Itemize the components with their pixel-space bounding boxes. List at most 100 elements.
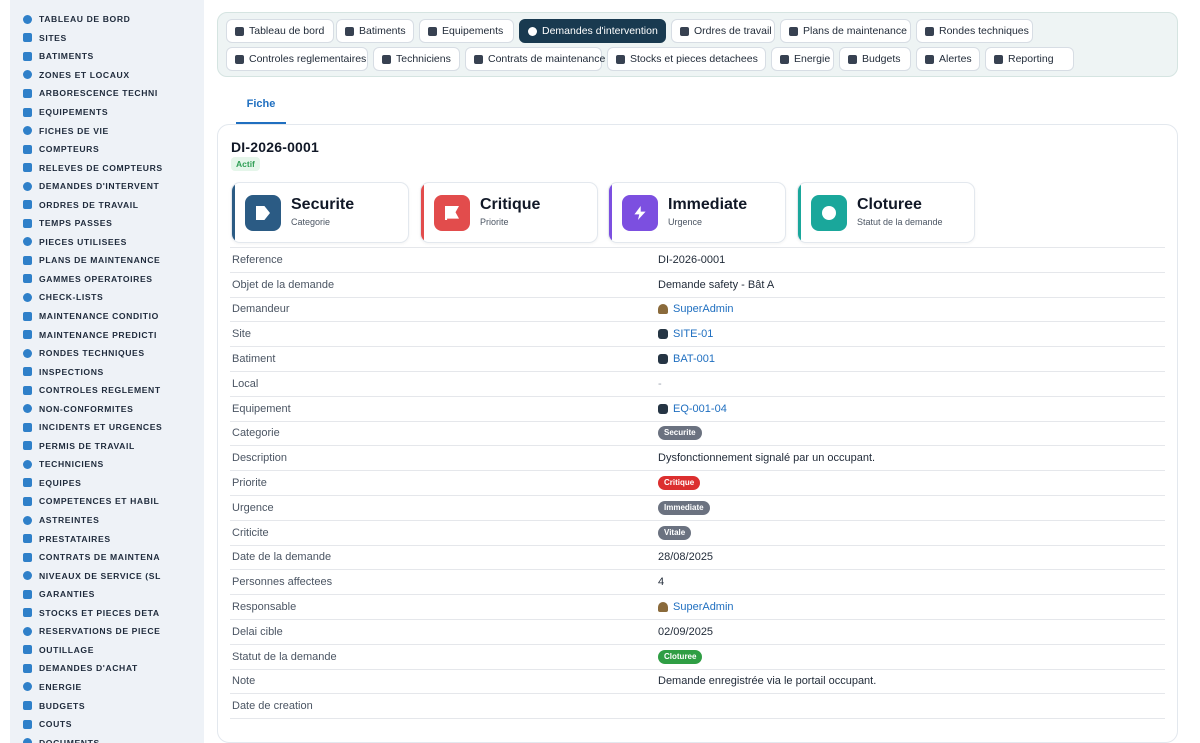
sidebar-item[interactable]: DEMANDES D'INTERVENT [10, 177, 204, 196]
clock-icon [23, 218, 32, 228]
equipement-code: EQ-001-04 [673, 402, 727, 415]
nav-button[interactable]: Budgets [839, 47, 911, 71]
tab-fiche[interactable]: Fiche [236, 92, 286, 123]
nav-button[interactable]: Contrats de maintenance [465, 47, 606, 71]
sidebar-item-label: GAMMES OPERATOIRES [39, 273, 153, 284]
warehouse-icon [23, 608, 32, 618]
bell-icon [925, 54, 934, 64]
sidebar-item-label: BUDGETS [39, 700, 86, 711]
sidebar-item[interactable]: DEMANDES D'ACHAT [10, 659, 204, 678]
sidebar-item[interactable]: ZONES ET LOCAUX [10, 66, 204, 85]
tools-icon [23, 645, 32, 655]
sidebar-item[interactable]: PRESTATAIRES [10, 529, 204, 548]
responsable-link[interactable]: SuperAdmin [658, 601, 1165, 613]
detail-row-demandeur: Demandeur SuperAdmin [230, 298, 1165, 323]
sidebar-item[interactable]: RESERVATIONS DE PIECE [10, 622, 204, 641]
nav-button-label: Rondes techniques [939, 25, 1029, 37]
sidebar-item[interactable]: FICHES DE VIE [10, 121, 204, 140]
nav-button[interactable]: Batiments [336, 19, 414, 43]
sidebar-item-label: INCIDENTS ET URGENCES [39, 422, 163, 433]
sidebar-item[interactable]: NON-CONFORMITES [10, 399, 204, 418]
user-icon [658, 304, 668, 315]
sidebar-item[interactable]: GARANTIES [10, 585, 204, 604]
module-nav: Tableau de bord Batiments Equipements Deman… [217, 12, 1178, 77]
gears-icon [23, 107, 32, 117]
hard-hat-icon [23, 459, 32, 469]
nav-button[interactable]: Controles reglementaires [226, 47, 368, 71]
boxes-icon [616, 54, 625, 64]
nav-button[interactable]: Techniciens [373, 47, 460, 71]
bolt-icon [23, 682, 32, 692]
detail-label: Delai cible [232, 625, 283, 638]
sidebar-item[interactable]: MAINTENANCE PREDICTI [10, 325, 204, 344]
sidebar-item[interactable]: RONDES TECHNIQUES [10, 344, 204, 363]
sidebar-item[interactable]: COUTS [10, 715, 204, 734]
info-icon [811, 195, 847, 231]
nav-button[interactable]: Stocks et pieces detachees [607, 47, 766, 71]
nav-button[interactable]: Demandes d'intervention [519, 19, 666, 43]
sidebar-item[interactable]: MAINTENANCE CONDITIO [10, 307, 204, 326]
location-icon [658, 354, 668, 365]
sidebar-item[interactable]: CHECK-LISTS [10, 288, 204, 307]
sidebar-item[interactable]: PLANS DE MAINTENANCE [10, 251, 204, 270]
nav-button-label: Contrats de maintenance [488, 53, 606, 65]
sidebar-item[interactable]: COMPETENCES ET HABIL [10, 492, 204, 511]
sidebar-item[interactable]: EQUIPEMENTS [10, 103, 204, 122]
detail-label: Priorite [232, 477, 267, 490]
demandeur-link[interactable]: SuperAdmin [658, 303, 1165, 315]
gears-icon [428, 26, 437, 36]
cart-icon [23, 663, 32, 673]
batiment-link[interactable]: BAT-001 [658, 353, 1165, 365]
detail-row-objet: Objet de la demande Demande safety - Bât… [230, 273, 1165, 298]
detail-row-delai: Delai cible 02/09/2025 [230, 620, 1165, 645]
nav-button-label: Equipements [442, 25, 504, 37]
nav-button[interactable]: Reporting [985, 47, 1074, 71]
sidebar-item[interactable]: RELEVES DE COMPTEURS [10, 158, 204, 177]
sidebar-item[interactable]: CONTROLES REGLEMENT [10, 381, 204, 400]
kpi-value: Cloturee [857, 196, 922, 213]
sidebar-item[interactable]: PIECES UTILISEES [10, 233, 204, 252]
sidebar-item[interactable]: INSPECTIONS [10, 362, 204, 381]
sidebar-item[interactable]: EQUIPES [10, 474, 204, 493]
sidebar-item[interactable]: ORDRES DE TRAVAIL [10, 195, 204, 214]
sidebar-item[interactable]: CONTRATS DE MAINTENA [10, 548, 204, 567]
checklist-icon [23, 292, 32, 302]
sidebar-item[interactable]: ENERGIE [10, 678, 204, 697]
nav-button[interactable]: Alertes [916, 47, 980, 71]
sidebar-item[interactable]: PERMIS DE TRAVAIL [10, 437, 204, 456]
nav-button[interactable]: Equipements [419, 19, 514, 43]
site-link[interactable]: SITE-01 [658, 328, 1165, 340]
sidebar-item[interactable]: INCIDENTS ET URGENCES [10, 418, 204, 437]
sidebar-item-label: ENERGIE [39, 681, 82, 692]
detail-value: 4 [658, 576, 665, 589]
detail-label: Demandeur [232, 303, 290, 316]
sidebar-item-label: RONDES TECHNIQUES [39, 348, 145, 359]
sidebar-item[interactable]: TABLEAU DE BORD [10, 10, 204, 29]
equipement-link[interactable]: EQ-001-04 [658, 403, 1165, 415]
users-icon [23, 478, 32, 488]
nav-button[interactable]: Tableau de bord [226, 19, 334, 43]
kpi-label: Priorite [480, 217, 509, 227]
sidebar-item[interactable]: OUTILLAGE [10, 641, 204, 660]
nav-button[interactable]: Energie [771, 47, 834, 71]
sidebar-item[interactable]: STOCKS ET PIECES DETA [10, 604, 204, 623]
nav-button[interactable]: Rondes techniques [916, 19, 1033, 43]
sidebar-item[interactable]: TECHNICIENS [10, 455, 204, 474]
sidebar-item[interactable]: BATIMENTS [10, 47, 204, 66]
sidebar-item-label: PLANS DE MAINTENANCE [39, 255, 161, 266]
nav-button[interactable]: Plans de maintenance [780, 19, 911, 43]
sidebar-item[interactable]: COMPTEURS [10, 140, 204, 159]
detail-row-site: Site SITE-01 [230, 322, 1165, 348]
sidebar-item[interactable]: BUDGETS [10, 696, 204, 715]
sidebar-item[interactable]: NIVEAUX DE SERVICE (SL [10, 566, 204, 585]
sidebar-item[interactable]: ARBORESCENCE TECHNI [10, 84, 204, 103]
phone-icon [23, 515, 32, 525]
sidebar-item[interactable]: SITES [10, 29, 204, 48]
sidebar-item[interactable]: GAMMES OPERATOIRES [10, 270, 204, 289]
sidebar-item[interactable]: TEMPS PASSES [10, 214, 204, 233]
list-icon [680, 26, 689, 36]
sidebar-item[interactable]: DOCUMENTS [10, 733, 204, 743]
sidebar-item[interactable]: ASTREINTES [10, 511, 204, 530]
nav-button[interactable]: Ordres de travail [671, 19, 775, 43]
dashboard-icon [23, 14, 32, 24]
